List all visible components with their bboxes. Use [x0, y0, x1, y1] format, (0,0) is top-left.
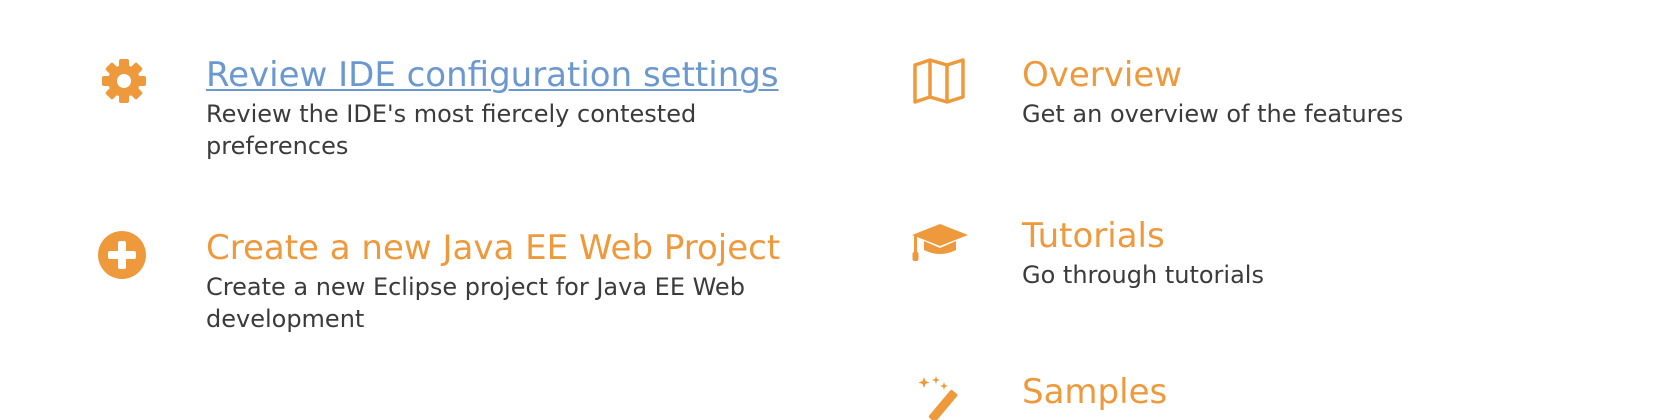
plus-circle-icon [97, 230, 147, 280]
welcome-item-tutorials[interactable]: Tutorials Go through tutorials [910, 216, 1630, 328]
overview-link[interactable]: Overview [1022, 55, 1622, 95]
welcome-item-overview[interactable]: Overview Get an overview of the features [912, 55, 1632, 167]
welcome-item-create-project[interactable]: Create a new Java EE Web Project Create … [97, 228, 860, 340]
review-settings-link[interactable]: Review IDE configuration settings [206, 55, 826, 95]
create-project-link[interactable]: Create a new Java EE Web Project [206, 228, 806, 268]
review-settings-description: Review the IDE's most fiercely contested… [206, 100, 697, 160]
tutorials-description: Go through tutorials [1022, 261, 1264, 289]
welcome-item-review-settings[interactable]: Review IDE configuration settings Review… [100, 55, 860, 167]
gear-icon [100, 57, 148, 105]
graduation-cap-icon [910, 222, 970, 264]
welcome-item-samples[interactable]: Samples [916, 374, 1636, 420]
overview-description: Get an overview of the features [1022, 100, 1404, 128]
welcome-page: Review IDE configuration settings Review… [0, 0, 1662, 420]
tutorials-link[interactable]: Tutorials [1022, 216, 1622, 256]
create-project-description: Create a new Eclipse project for Java EE… [206, 273, 745, 333]
samples-link[interactable]: Samples [1022, 374, 1622, 412]
map-icon [912, 57, 966, 105]
magic-wand-icon [916, 374, 964, 420]
